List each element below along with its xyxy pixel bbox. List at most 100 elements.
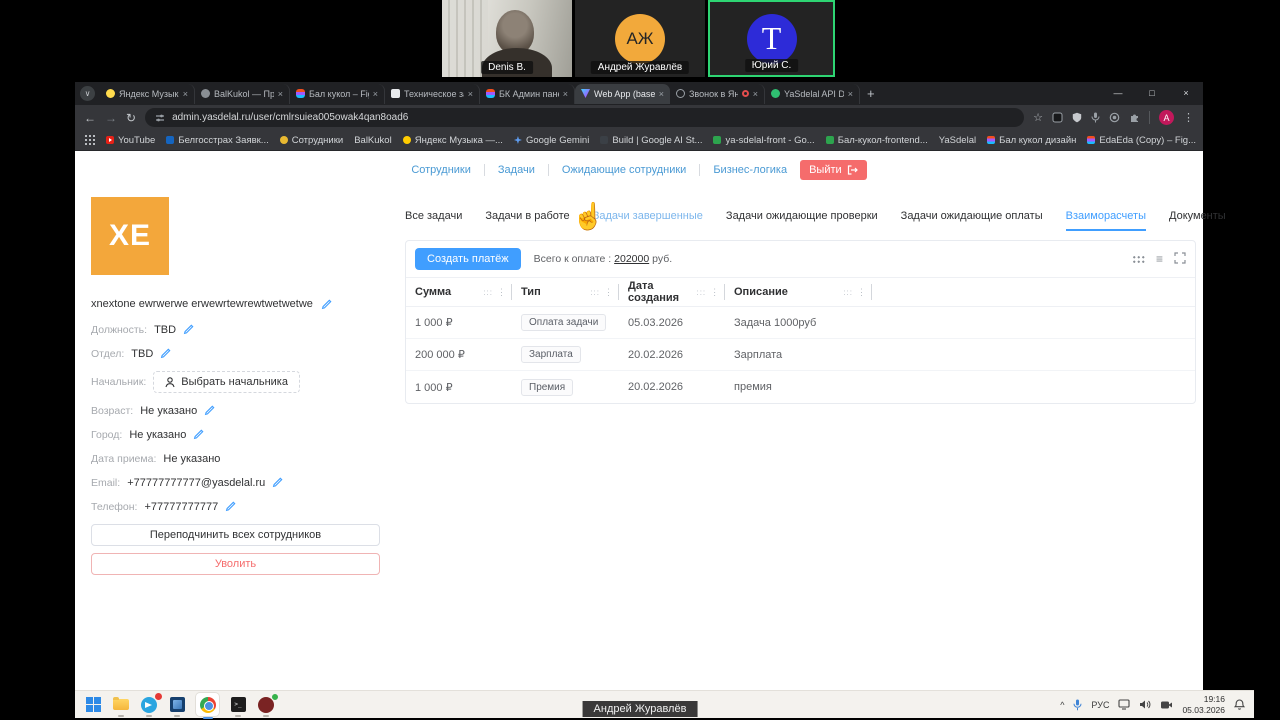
bookmark-item[interactable]: Build | Google AI St... xyxy=(600,135,702,146)
column-menu-icon[interactable]: ⋮ xyxy=(497,287,506,298)
nav-link-tasks[interactable]: Задачи xyxy=(498,164,535,176)
forward-button[interactable]: → xyxy=(105,112,117,124)
nav-link-pending-employees[interactable]: Ожидающие сотрудники xyxy=(562,164,686,176)
table-row[interactable]: 1 000 ₽ Премия 20.02.2026 премия xyxy=(406,371,1195,403)
tab-close-icon[interactable]: × xyxy=(753,89,758,99)
notification-bell-icon[interactable] xyxy=(1234,699,1245,711)
tab-close-icon[interactable]: × xyxy=(848,89,853,99)
apps-grid-icon[interactable] xyxy=(85,135,95,145)
column-menu-icon[interactable]: ⋮ xyxy=(857,287,866,298)
bookmark-item[interactable]: Белгосстрах Заявк... xyxy=(166,135,268,146)
drag-handle-icon[interactable]: ::: xyxy=(843,288,853,297)
bookmark-item[interactable]: BalKukol xyxy=(354,135,392,146)
maximize-button[interactable]: □ xyxy=(1135,82,1169,105)
bookmark-item[interactable]: Бал кукол дизайн xyxy=(987,135,1076,146)
browser-tab[interactable]: Звонок в Яндекс Тел × xyxy=(670,84,765,104)
new-tab-button[interactable]: + xyxy=(867,86,875,101)
tab-all-tasks[interactable]: Все задачи xyxy=(405,210,462,231)
column-menu-icon[interactable]: ⋮ xyxy=(710,287,719,298)
edit-icon[interactable] xyxy=(204,405,215,416)
address-bar[interactable]: admin.yasdelal.ru/user/cmlrsuiea005owak4… xyxy=(145,108,1024,127)
back-button[interactable]: ← xyxy=(84,112,96,124)
bookmark-item[interactable]: YaSdelal xyxy=(939,135,976,146)
participant-tile-andrey[interactable]: АЖ Андрей Журавлёв xyxy=(575,0,705,77)
language-indicator[interactable]: РУС xyxy=(1091,700,1109,710)
bookmark-item[interactable]: Сотрудники xyxy=(280,135,343,146)
table-row[interactable]: 1 000 ₽ Оплата задачи 05.03.2026 Задача … xyxy=(406,307,1195,339)
minimize-button[interactable]: — xyxy=(1101,82,1135,105)
photos-app-button[interactable] xyxy=(168,696,186,714)
reassign-employees-button[interactable]: Переподчинить всех сотрудников xyxy=(91,524,380,546)
tab-close-icon[interactable]: × xyxy=(468,89,473,99)
drag-handle-icon[interactable]: ::: xyxy=(483,288,493,297)
browser-tab[interactable]: YaSdelal API Documentat × xyxy=(765,84,860,104)
bookmark-item[interactable]: Google Gemini xyxy=(514,135,589,146)
browser-tab[interactable]: Бал кукол – Figma × xyxy=(290,84,385,104)
edit-icon[interactable] xyxy=(225,501,236,512)
density-icon[interactable]: ≡ xyxy=(1156,253,1163,265)
fire-button[interactable]: Уволить xyxy=(91,553,380,575)
tab-close-icon[interactable]: × xyxy=(373,89,378,99)
bookmark-item[interactable]: Бал-кукол-frontend... xyxy=(826,135,928,146)
total-value[interactable]: 202000 xyxy=(614,253,649,265)
edit-icon[interactable] xyxy=(272,477,283,488)
tab-tasks-in-progress[interactable]: Задачи в работе xyxy=(485,210,569,231)
nav-link-business-logic[interactable]: Бизнес-логика xyxy=(713,164,787,176)
column-header-date[interactable]: Дата создания :::⋮ xyxy=(619,278,725,306)
speaker-icon[interactable] xyxy=(1139,699,1151,710)
browser-tab[interactable]: Яндекс Музыка — собир × xyxy=(100,84,195,104)
participant-tile-yuri[interactable]: Т Юрий С. xyxy=(708,0,835,77)
chrome-button[interactable] xyxy=(196,693,219,716)
table-row[interactable]: 200 000 ₽ Зарплата 20.02.2026 Зарплата xyxy=(406,339,1195,371)
microphone-icon[interactable] xyxy=(1091,112,1100,123)
record-extension-icon[interactable] xyxy=(1109,112,1120,123)
tab-close-icon[interactable]: × xyxy=(563,89,568,99)
tab-close-icon[interactable]: × xyxy=(278,89,283,99)
drag-handle-icon[interactable]: ::: xyxy=(590,288,600,297)
choose-manager-button[interactable]: Выбрать начальника xyxy=(153,371,300,393)
drag-handle-icon[interactable]: ::: xyxy=(696,288,706,297)
tab-tasks-awaiting-payment[interactable]: Задачи ожидающие оплаты xyxy=(901,210,1043,231)
participant-tile-denis[interactable]: Denis B. xyxy=(442,0,572,77)
bookmark-item[interactable]: ya-sdelal-front - Go... xyxy=(713,135,814,146)
browser-menu-kebab-icon[interactable]: ⋮ xyxy=(1183,111,1194,124)
site-info-icon[interactable] xyxy=(155,113,165,123)
tab-tasks-completed[interactable]: Задачи завершенные xyxy=(593,210,703,231)
column-header-sum[interactable]: Сумма :::⋮ xyxy=(406,278,512,306)
edit-name-icon[interactable] xyxy=(321,299,332,310)
column-settings-icon[interactable] xyxy=(1132,255,1145,264)
tab-tasks-awaiting-review[interactable]: Задачи ожидающие проверки xyxy=(726,210,878,231)
camera-icon[interactable] xyxy=(1160,700,1173,710)
start-button[interactable] xyxy=(84,696,102,714)
browser-tab[interactable]: BalKukol — Профиль × xyxy=(195,84,290,104)
logout-button[interactable]: Выйти xyxy=(800,160,867,180)
column-header-description[interactable]: Описание :::⋮ xyxy=(725,278,872,306)
close-button[interactable]: × xyxy=(1169,82,1203,105)
profile-avatar[interactable]: A xyxy=(1159,110,1174,125)
tab-close-icon[interactable]: × xyxy=(183,89,188,99)
nav-link-employees[interactable]: Сотрудники xyxy=(411,164,471,176)
file-explorer-button[interactable] xyxy=(112,696,130,714)
fullscreen-icon[interactable] xyxy=(1174,252,1186,267)
tab-search-button[interactable]: ∨ xyxy=(80,86,95,101)
create-payment-button[interactable]: Создать платёж xyxy=(415,248,521,270)
edit-icon[interactable] xyxy=(183,324,194,335)
display-icon[interactable] xyxy=(1118,699,1130,710)
edit-icon[interactable] xyxy=(193,429,204,440)
tray-microphone-icon[interactable] xyxy=(1073,699,1082,711)
browser-tab[interactable]: Техническое задание: А × xyxy=(385,84,480,104)
bookmark-item[interactable]: Яндекс Музыка —... xyxy=(403,135,503,146)
column-menu-icon[interactable]: ⋮ xyxy=(604,287,613,298)
tab-documents[interactable]: Документы xyxy=(1169,210,1226,231)
app-with-badge-button[interactable] xyxy=(257,696,275,714)
shield-extension-icon[interactable] xyxy=(1072,112,1082,123)
screenshot-extension-icon[interactable] xyxy=(1052,112,1063,123)
reload-button[interactable]: ↻ xyxy=(126,112,136,124)
browser-tab-active[interactable]: Web App (based on Litef × xyxy=(575,84,670,104)
extensions-puzzle-icon[interactable] xyxy=(1129,112,1140,123)
browser-tab[interactable]: БК Админ панель (просм × xyxy=(480,84,575,104)
column-header-type[interactable]: Тип :::⋮ xyxy=(512,278,619,306)
tab-settlements[interactable]: Взаиморасчеты xyxy=(1066,210,1146,231)
taskbar-clock[interactable]: 19:16 05.03.2026 xyxy=(1182,694,1225,715)
telegram-button[interactable] xyxy=(140,696,158,714)
